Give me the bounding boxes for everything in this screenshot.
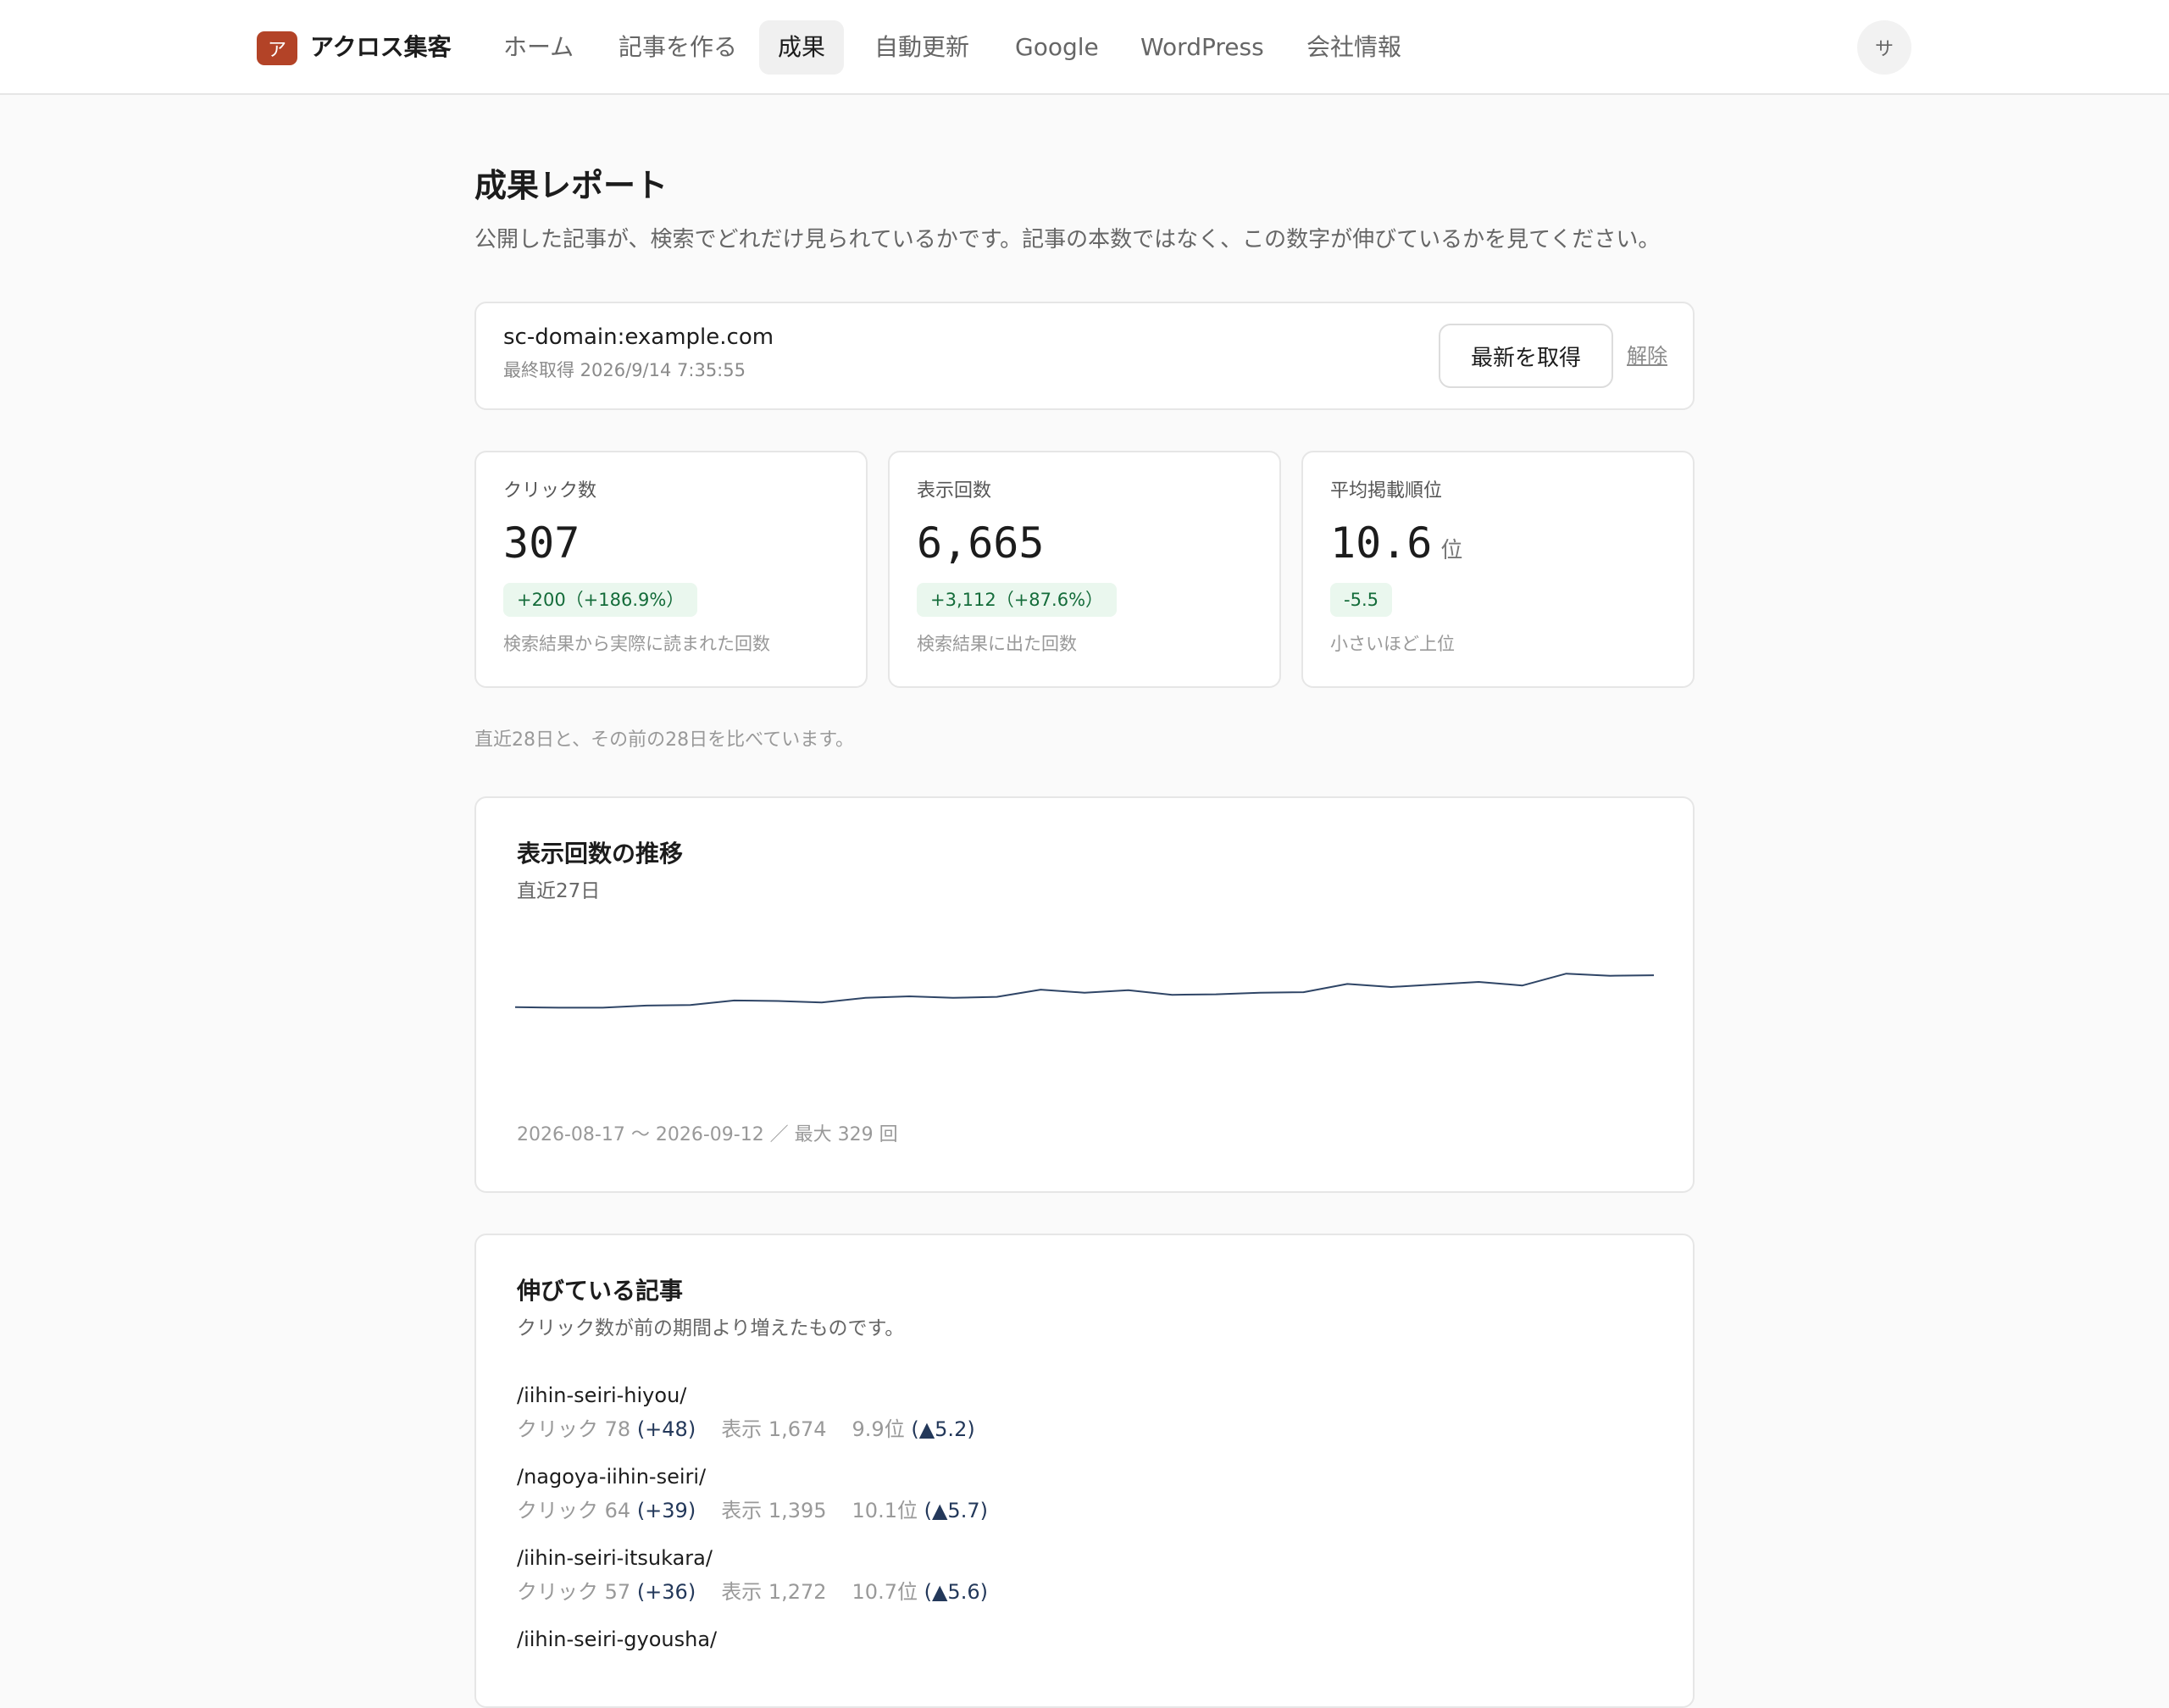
- article-stats: クリック 78 (+48) 表示 1,674 9.9位 (▲5.2): [517, 1417, 975, 1441]
- nav-item-company-info[interactable]: 会社情報: [1288, 20, 1420, 75]
- top-navigation: ア アクロス集客 ホーム 記事を作る 成果 自動更新 Google WordPr…: [0, 0, 2169, 95]
- metric-card-clicks: クリック数 307 +200（+186.9%） 検索結果から実際に読まれた回数: [474, 451, 868, 688]
- nav-item-home[interactable]: ホーム: [485, 20, 592, 75]
- section-subtitle: クリック数が前の期間より増えたものです。: [517, 1317, 905, 1339]
- metric-note: 検索結果に出た回数: [917, 634, 1077, 654]
- article-stats: クリック 57 (+36) 表示 1,272 10.7位 (▲5.6): [517, 1580, 988, 1604]
- article-row[interactable]: /iihin-seiri-hiyou/ クリック 78 (+48) 表示 1,67…: [517, 1381, 975, 1444]
- article-row[interactable]: /iihin-seiri-itsukara/ クリック 57 (+36) 表示 1…: [517, 1544, 988, 1606]
- metric-unit: 位: [1440, 538, 1463, 563]
- chart-date-range: 2026-08-17 〜 2026-09-12 ／ 最大 329 回: [517, 1124, 898, 1145]
- metric-card-avg-position: 平均掲載順位 10.6 位 -5.5 小さいほど上位: [1301, 451, 1695, 688]
- article-stats: クリック 64 (+39) 表示 1,395 10.1位 (▲5.7): [517, 1499, 988, 1522]
- metric-delta-badge: +3,112（+87.6%）: [917, 583, 1118, 617]
- metric-label: クリック数: [503, 480, 597, 502]
- app-name[interactable]: アクロス集客: [310, 30, 452, 64]
- metric-note: 小さいほど上位: [1330, 634, 1455, 654]
- growing-articles-card: 伸びている記事 クリック数が前の期間より増えたものです。 /iihin-seir…: [474, 1234, 1695, 1708]
- metric-delta-badge: +200（+186.9%）: [503, 583, 698, 617]
- metric-label: 平均掲載順位: [1330, 480, 1443, 502]
- metric-value: 6,665: [917, 518, 1045, 568]
- chart-title: 表示回数の推移: [517, 840, 684, 868]
- metric-card-impressions: 表示回数 6,665 +3,112（+87.6%） 検索結果に出た回数: [888, 451, 1281, 688]
- page-description: 公開した記事が、検索でどれだけ見られているかです。記事の本数ではなく、この数字が…: [474, 227, 1661, 252]
- nav-item-results[interactable]: 成果: [759, 20, 845, 75]
- metric-value: 10.6 位: [1330, 518, 1463, 568]
- refresh-data-button[interactable]: 最新を取得: [1439, 324, 1613, 388]
- article-path[interactable]: /nagoya-iihin-seiri/: [517, 1462, 988, 1491]
- metric-label: 表示回数: [917, 480, 992, 502]
- nav-item-wordpress[interactable]: WordPress: [1122, 20, 1283, 75]
- page-title: 成果レポート: [474, 167, 668, 204]
- impressions-line-chart: [515, 973, 1654, 1009]
- metric-note: 検索結果から実際に読まれた回数: [503, 634, 770, 654]
- impressions-series-line: [515, 973, 1654, 1009]
- section-title: 伸びている記事: [517, 1277, 684, 1305]
- app-logo-icon[interactable]: ア: [257, 31, 297, 65]
- nav-item-google[interactable]: Google: [996, 20, 1118, 75]
- article-path[interactable]: /iihin-seiri-gyousha/: [517, 1625, 717, 1654]
- metric-delta-badge: -5.5: [1330, 583, 1392, 617]
- disconnect-link[interactable]: 解除: [1627, 341, 1667, 371]
- user-avatar[interactable]: サ: [1857, 20, 1911, 75]
- nav-item-create-article[interactable]: 記事を作る: [600, 20, 756, 75]
- metric-value: 307: [503, 518, 580, 568]
- property-domain: sc-domain:example.com: [503, 324, 774, 350]
- comparison-note: 直近28日と、その前の28日を比べています。: [474, 729, 855, 751]
- last-fetched-time: 最終取得 2026/9/14 7:35:55: [503, 360, 746, 380]
- article-path[interactable]: /iihin-seiri-itsukara/: [517, 1544, 988, 1572]
- article-row[interactable]: /iihin-seiri-gyousha/: [517, 1625, 717, 1654]
- article-path[interactable]: /iihin-seiri-hiyou/: [517, 1381, 975, 1410]
- nav-item-auto-update[interactable]: 自動更新: [856, 20, 988, 75]
- article-row[interactable]: /nagoya-iihin-seiri/ クリック 64 (+39) 表示 1,3…: [517, 1462, 988, 1525]
- property-card: sc-domain:example.com 最終取得 2026/9/14 7:3…: [474, 302, 1695, 410]
- chart-subtitle: 直近27日: [517, 880, 601, 902]
